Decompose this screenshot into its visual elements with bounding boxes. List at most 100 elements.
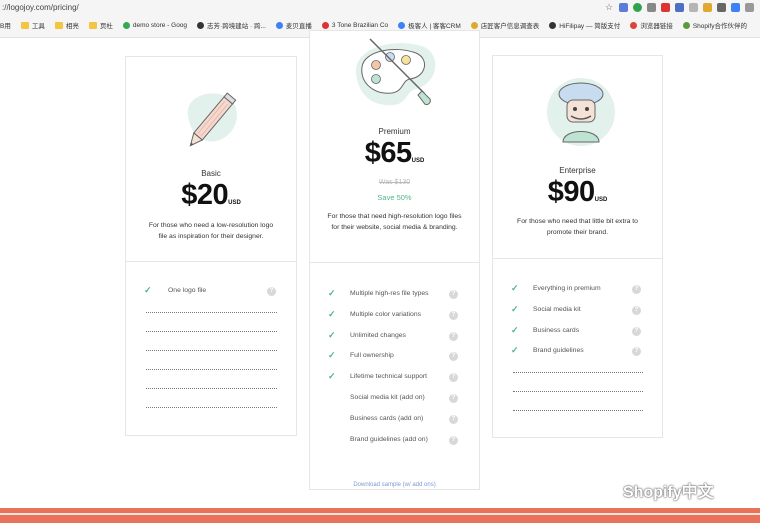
check-icon: ✓ — [511, 283, 519, 293]
bookmark-label: B用 — [0, 23, 11, 30]
footer-bar — [0, 508, 760, 523]
extension-icon[interactable] — [731, 3, 740, 12]
bookmark-label: 店匠客户信息调查表 — [480, 23, 540, 30]
check-icon: ✓ — [328, 308, 336, 319]
feature-label: Business cards — [533, 326, 580, 334]
favicon-icon — [275, 21, 283, 29]
divider — [513, 410, 643, 411]
favicon-icon — [197, 21, 205, 29]
extension-icon[interactable] — [717, 3, 726, 12]
plan-description: For those that need high-resolution logo… — [327, 213, 462, 231]
help-icon[interactable]: ? — [449, 394, 458, 403]
divider — [146, 388, 277, 389]
check-icon: ✓ — [511, 324, 519, 335]
divider — [146, 407, 277, 408]
check-icon: ✓ — [511, 345, 519, 356]
star-icon[interactable]: ☆ — [605, 3, 614, 12]
divider — [146, 312, 277, 313]
extension-icon[interactable] — [689, 3, 698, 12]
help-icon[interactable]: ? — [449, 331, 458, 341]
divider — [146, 331, 277, 332]
extension-icon[interactable] — [661, 3, 670, 12]
feature-label: Brand guidelines (add on) — [350, 435, 428, 443]
discount-label: Save 50% — [377, 193, 412, 202]
price-currency: USD — [228, 200, 241, 206]
help-icon[interactable]: ? — [449, 414, 458, 424]
help-icon[interactable]: ? — [449, 373, 458, 383]
folder-icon — [88, 21, 97, 29]
bookmark-label: 页杜 — [99, 23, 113, 30]
feature-label: Business cards (add on) — [350, 414, 424, 422]
help-icon[interactable]: ? — [632, 326, 641, 336]
help-icon[interactable]: ? — [449, 310, 458, 320]
favicon-icon — [398, 21, 406, 29]
bookmark-label: 相亮 — [65, 23, 79, 30]
bookmark-item[interactable]: 浏览器链接 — [630, 20, 673, 30]
bookmark-label: 志芳·跨境建站 · 跨... — [207, 23, 266, 30]
bookmark-label: 浏览器链接 — [640, 23, 673, 30]
favicon-icon — [321, 21, 329, 29]
pencil-icon — [187, 92, 237, 147]
bookmark-item[interactable]: 麦贝直播 — [275, 20, 312, 30]
bookmark-label: 工具 — [31, 23, 45, 30]
check-icon: ✓ — [328, 371, 336, 382]
help-icon[interactable]: ? — [449, 290, 458, 299]
price-amount: $90 — [547, 176, 595, 208]
extension-icon[interactable] — [619, 3, 628, 12]
price-currency: USD — [594, 197, 608, 203]
watermark-text: Shopify中文 — [623, 484, 714, 501]
check-icon: ✓ — [144, 285, 152, 295]
feature-label: Unlimited changes — [350, 331, 406, 339]
feature-label: Multiple high-res file types — [350, 290, 429, 297]
address-bar[interactable]: ://logojoy.com/pricing/ ☆ — [0, 0, 760, 15]
bookmark-item[interactable]: 页杜 — [88, 20, 113, 30]
divider — [513, 372, 643, 373]
bookmark-item[interactable]: 极客人 | 客客CRM — [398, 20, 461, 30]
bookmark-label: 极客人 | 客客CRM — [408, 23, 461, 30]
help-icon[interactable]: ? — [632, 347, 641, 357]
bookmark-item[interactable]: 3 Tone Brazilian Co — [321, 21, 388, 29]
bookmark-item[interactable]: 志芳·跨境建站 · 跨... — [197, 20, 266, 30]
check-icon: ✓ — [511, 303, 519, 314]
plan-name: Basic — [201, 169, 221, 178]
feature-label: Brand guidelines — [533, 347, 584, 355]
url-text[interactable]: ://logojoy.com/pricing/ — [2, 3, 605, 12]
help-icon[interactable]: ? — [632, 285, 641, 294]
feature-label: Social media kit — [533, 305, 581, 313]
help-icon[interactable]: ? — [632, 305, 641, 315]
feature-label: One logo file — [168, 287, 207, 294]
help-icon[interactable]: ? — [449, 435, 458, 445]
feature-label: Social media kit (add on) — [350, 394, 425, 401]
watermark: Shopify中文 — [592, 478, 714, 502]
help-icon[interactable]: ? — [267, 287, 276, 296]
divider — [146, 369, 277, 370]
folder-icon — [20, 21, 29, 29]
plan-card-enterprise: Enterprise $90USD For those who need tha… — [492, 55, 663, 438]
extension-icon[interactable] — [745, 3, 754, 12]
plan-description: For those who need a low-resolution logo… — [148, 222, 274, 240]
footer-stripe — [0, 513, 760, 515]
extension-icon[interactable] — [675, 3, 684, 12]
bookmark-item[interactable]: HiFilipay — 简版支付 — [549, 20, 620, 30]
bookmark-item[interactable]: 工具 — [20, 20, 45, 30]
help-icon[interactable]: ? — [449, 352, 458, 362]
bookmark-item[interactable]: 店匠客户信息调查表 — [470, 20, 540, 30]
price-amount: $65 — [364, 137, 412, 169]
favicon-icon — [122, 21, 130, 29]
bookmark-item[interactable]: 相亮 — [54, 20, 79, 30]
bookmark-label: Shopify合作伙伴的 — [692, 23, 747, 30]
bookmark-label: HiFilipay — 简版支付 — [559, 23, 621, 30]
plan-card-basic: Basic $20USD For those who need a low-re… — [125, 56, 297, 436]
bookmark-item[interactable]: Shopify合作伙伴的 — [682, 20, 747, 30]
original-price: Was $130 — [378, 179, 411, 186]
extension-icons: ☆ — [605, 3, 760, 12]
extension-icon[interactable] — [703, 3, 712, 12]
favicon-icon — [470, 21, 478, 29]
extension-icon[interactable] — [647, 3, 656, 12]
extension-icon[interactable] — [633, 3, 642, 12]
download-sample-link[interactable]: Download sample (w/ add ons) — [310, 482, 479, 488]
plan-name: Enterprise — [559, 166, 596, 175]
bookmark-item[interactable]: demo store - Goog — [122, 21, 187, 29]
price-currency: USD — [411, 158, 425, 164]
bookmark-item[interactable]: B用 — [0, 20, 11, 30]
